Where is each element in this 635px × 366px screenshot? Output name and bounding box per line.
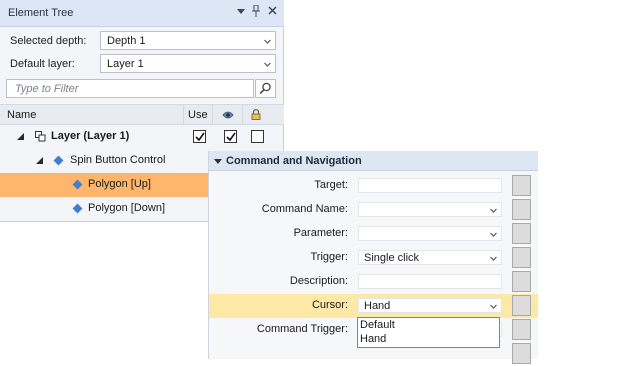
expanded-arrow-icon[interactable] bbox=[17, 133, 24, 140]
pin-icon[interactable] bbox=[249, 4, 263, 19]
selected-depth-label: Selected depth: bbox=[10, 35, 87, 47]
target-browse-button[interactable] bbox=[512, 175, 531, 196]
tree-row-layer[interactable]: Layer (Layer 1) bbox=[0, 125, 284, 149]
panel-title: Element Tree bbox=[8, 7, 74, 19]
cursor-option-default[interactable]: Default bbox=[360, 319, 395, 331]
trigger-button[interactable] bbox=[512, 247, 531, 268]
target-field[interactable] bbox=[358, 178, 502, 193]
layer-icon bbox=[35, 131, 46, 142]
command-trigger-label: Command Trigger: bbox=[256, 323, 348, 335]
chevron-down-icon bbox=[490, 256, 497, 261]
tree-row-label: Polygon [Down] bbox=[88, 202, 166, 214]
description-button[interactable] bbox=[512, 271, 531, 292]
header-divider bbox=[183, 105, 184, 125]
section-title: Command and Navigation bbox=[226, 155, 362, 167]
chevron-down-icon bbox=[490, 208, 497, 213]
chevron-down-icon bbox=[264, 62, 271, 67]
target-row: Target: bbox=[209, 174, 538, 198]
eye-icon[interactable] bbox=[222, 110, 234, 120]
element-node-icon bbox=[72, 203, 83, 214]
trigger-value: Single click bbox=[364, 252, 420, 264]
element-tree-titlebar: Element Tree bbox=[0, 0, 284, 27]
tree-column-header: Name Use bbox=[0, 104, 284, 125]
chevron-down-icon bbox=[490, 232, 497, 237]
selected-depth-value: Depth 1 bbox=[107, 35, 146, 47]
parameter-button[interactable] bbox=[512, 223, 531, 244]
element-node-icon bbox=[53, 155, 64, 166]
lock-checkbox[interactable] bbox=[251, 130, 264, 143]
parameter-row: Parameter: bbox=[209, 222, 538, 246]
chevron-down-icon bbox=[264, 39, 271, 44]
default-layer-value: Layer 1 bbox=[107, 58, 144, 70]
trigger-row: Trigger: Single click bbox=[209, 246, 538, 270]
tree-row-label: Layer (Layer 1) bbox=[51, 130, 130, 142]
filter-placeholder: Type to Filter bbox=[15, 83, 79, 95]
parameter-combo[interactable] bbox=[358, 226, 502, 241]
use-checkbox[interactable] bbox=[193, 130, 206, 143]
panel-menu-icon[interactable] bbox=[234, 5, 248, 19]
cursor-dropdown-list: Default Hand bbox=[357, 317, 500, 348]
trigger-label: Trigger: bbox=[310, 251, 349, 263]
command-navigation-header[interactable]: Command and Navigation bbox=[209, 151, 538, 171]
command-name-combo[interactable] bbox=[358, 202, 502, 217]
element-node-icon bbox=[72, 179, 83, 190]
cursor-label: Cursor: bbox=[311, 299, 348, 311]
command-name-button[interactable] bbox=[512, 199, 531, 220]
search-icon bbox=[259, 82, 271, 95]
command-name-label: Command Name: bbox=[261, 203, 348, 215]
header-divider bbox=[242, 105, 243, 125]
close-icon[interactable] bbox=[265, 5, 279, 19]
collapse-arrow-icon[interactable] bbox=[214, 159, 222, 164]
description-field[interactable] bbox=[358, 274, 502, 289]
trigger-combo[interactable]: Single click bbox=[358, 250, 502, 265]
cursor-combo[interactable]: Hand bbox=[358, 298, 502, 313]
description-row: Description: bbox=[209, 270, 538, 294]
tree-row-polygon-up[interactable]: Polygon [Up] bbox=[0, 173, 208, 197]
target-label: Target: bbox=[314, 179, 348, 191]
cursor-value: Hand bbox=[364, 300, 391, 312]
name-column-header[interactable]: Name bbox=[7, 109, 36, 121]
command-name-row: Command Name: bbox=[209, 198, 538, 222]
default-layer-combo[interactable]: Layer 1 bbox=[100, 54, 276, 73]
parameter-label: Parameter: bbox=[293, 227, 348, 239]
header-divider bbox=[212, 105, 213, 125]
cursor-row: Cursor: Hand bbox=[209, 294, 538, 318]
default-layer-label: Default layer: bbox=[10, 58, 75, 70]
use-column-header[interactable]: Use bbox=[188, 109, 208, 121]
tree-row-label: Polygon [Up] bbox=[88, 178, 151, 190]
next-row-button[interactable] bbox=[512, 343, 531, 364]
cursor-button[interactable] bbox=[512, 295, 531, 316]
filter-input[interactable]: Type to Filter bbox=[6, 79, 254, 98]
visible-checkbox[interactable] bbox=[224, 130, 237, 143]
command-trigger-button[interactable] bbox=[512, 319, 531, 340]
tree-row-label: Spin Button Control bbox=[70, 154, 166, 166]
selected-depth-combo[interactable]: Depth 1 bbox=[100, 31, 276, 50]
lock-icon[interactable] bbox=[251, 109, 261, 120]
cursor-option-hand[interactable]: Hand bbox=[360, 333, 386, 345]
description-label: Description: bbox=[289, 275, 348, 287]
chevron-down-icon bbox=[490, 304, 497, 309]
search-button[interactable] bbox=[255, 79, 276, 98]
expanded-arrow-icon[interactable] bbox=[36, 157, 43, 164]
